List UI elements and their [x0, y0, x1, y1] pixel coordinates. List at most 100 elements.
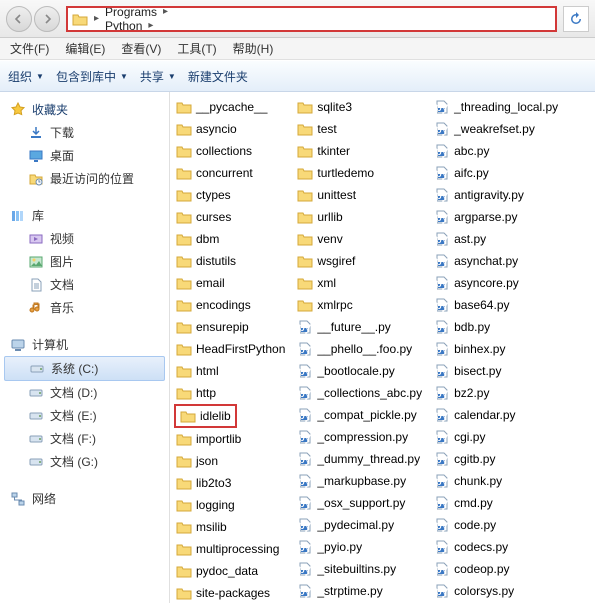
- file-list[interactable]: __pycache__asyncio collections concurrent c…: [170, 92, 595, 603]
- file-item[interactable]: pyast.py: [432, 230, 560, 248]
- folder-item[interactable]: logging: [174, 496, 287, 514]
- file-item[interactable]: py_markupbase.py: [295, 472, 424, 490]
- folder-item[interactable]: concurrent: [174, 164, 287, 182]
- folder-item[interactable]: urllib: [295, 208, 424, 226]
- share-button[interactable]: 共享 ▼: [140, 68, 176, 85]
- sidebar-header-computer[interactable]: 计算机: [0, 333, 169, 356]
- folder-item[interactable]: ensurepip: [174, 318, 287, 336]
- file-item[interactable]: pyargparse.py: [432, 208, 560, 226]
- sidebar-header-favorites[interactable]: 收藏夹: [0, 98, 169, 121]
- file-item[interactable]: py_sitebuiltins.py: [295, 560, 424, 578]
- sidebar-item-drive[interactable]: 文档 (E:): [0, 404, 169, 427]
- folder-item[interactable]: json: [174, 452, 287, 470]
- file-item[interactable]: pyaifc.py: [432, 164, 560, 182]
- include-button[interactable]: 包含到库中 ▼: [56, 68, 128, 85]
- sidebar-item[interactable]: 文档: [0, 273, 169, 296]
- file-item[interactable]: pyasyncore.py: [432, 274, 560, 292]
- menu-tools[interactable]: 工具(T): [171, 38, 222, 59]
- folder-item[interactable]: dbm: [174, 230, 287, 248]
- file-item[interactable]: pyabc.py: [432, 142, 560, 160]
- file-item[interactable]: py_weakrefset.py: [432, 120, 560, 138]
- file-item[interactable]: py_dummy_thread.py: [295, 450, 424, 468]
- sidebar-header-network[interactable]: 网络: [0, 487, 169, 510]
- file-item[interactable]: pycodeop.py: [432, 560, 560, 578]
- file-item[interactable]: py_bootlocale.py: [295, 362, 424, 380]
- folder-item[interactable]: venv: [295, 230, 424, 248]
- folder-item[interactable]: pydoc_data: [174, 562, 287, 580]
- file-item[interactable]: py_compression.py: [295, 428, 424, 446]
- file-item[interactable]: pycode.py: [432, 516, 560, 534]
- file-item[interactable]: py_threading_local.py: [432, 98, 560, 116]
- folder-item[interactable]: asyncio: [174, 120, 287, 138]
- file-item[interactable]: py__future__.py: [295, 318, 424, 336]
- file-item[interactable]: py_pydecimal.py: [295, 516, 424, 534]
- sidebar-item[interactable]: 音乐: [0, 296, 169, 319]
- folder-item[interactable]: site-packages: [174, 584, 287, 602]
- file-item[interactable]: py_strptime.py: [295, 582, 424, 600]
- folder-item[interactable]: http: [174, 384, 287, 402]
- sidebar-item-drive[interactable]: 系统 (C:): [4, 356, 165, 381]
- folder-item[interactable]: html: [174, 362, 287, 380]
- file-item[interactable]: pyantigravity.py: [432, 186, 560, 204]
- folder-item[interactable]: __pycache__: [174, 98, 287, 116]
- folder-item[interactable]: xmlrpc: [295, 296, 424, 314]
- back-button[interactable]: [6, 6, 32, 32]
- file-item[interactable]: pybdb.py: [432, 318, 560, 336]
- file-item[interactable]: pybz2.py: [432, 384, 560, 402]
- breadcrumb-item[interactable]: Python▸: [105, 19, 172, 32]
- folder-item[interactable]: collections: [174, 142, 287, 160]
- menu-edit[interactable]: 编辑(E): [59, 38, 111, 59]
- sidebar-item[interactable]: 视频: [0, 227, 169, 250]
- breadcrumb[interactable]: ▸ AppData▸Local▸Programs▸Python▸Python36…: [66, 6, 557, 32]
- file-item[interactable]: py_compat_pickle.py: [295, 406, 424, 424]
- breadcrumb-item[interactable]: Programs▸: [105, 6, 172, 19]
- folder-item[interactable]: importlib: [174, 430, 287, 448]
- folder-item[interactable]: multiprocessing: [174, 540, 287, 558]
- folder-item[interactable]: msilib: [174, 518, 287, 536]
- folder-item[interactable]: tkinter: [295, 142, 424, 160]
- newfolder-button[interactable]: 新建文件夹: [188, 68, 248, 85]
- folder-item[interactable]: test: [295, 120, 424, 138]
- file-item[interactable]: pycolorsys.py: [432, 582, 560, 600]
- folder-item[interactable]: lib2to3: [174, 474, 287, 492]
- sidebar-item-drive[interactable]: 文档 (D:): [0, 381, 169, 404]
- refresh-button[interactable]: [563, 6, 589, 32]
- folder-item[interactable]: sqlite3: [295, 98, 424, 116]
- sidebar-item[interactable]: 桌面: [0, 144, 169, 167]
- file-item[interactable]: pybase64.py: [432, 296, 560, 314]
- file-item[interactable]: py__phello__.foo.py: [295, 340, 424, 358]
- folder-item[interactable]: email: [174, 274, 287, 292]
- file-item[interactable]: pycgi.py: [432, 428, 560, 446]
- file-item[interactable]: pychunk.py: [432, 472, 560, 490]
- forward-button[interactable]: [34, 6, 60, 32]
- folder-item[interactable]: HeadFirstPython: [174, 340, 287, 358]
- sidebar-item[interactable]: 下载: [0, 121, 169, 144]
- file-item[interactable]: pybisect.py: [432, 362, 560, 380]
- folder-item[interactable]: wsgiref: [295, 252, 424, 270]
- file-item[interactable]: py_pyio.py: [295, 538, 424, 556]
- sidebar-header-libraries[interactable]: 库: [0, 204, 169, 227]
- folder-item[interactable]: xml: [295, 274, 424, 292]
- file-item[interactable]: pycmd.py: [432, 494, 560, 512]
- file-item[interactable]: pyasynchat.py: [432, 252, 560, 270]
- folder-item[interactable]: turtledemo: [295, 164, 424, 182]
- file-item[interactable]: pybinhex.py: [432, 340, 560, 358]
- file-item[interactable]: py_collections_abc.py: [295, 384, 424, 402]
- sidebar-item[interactable]: 最近访问的位置: [0, 167, 169, 190]
- organize-button[interactable]: 组织 ▼: [8, 68, 44, 85]
- folder-item[interactable]: idlelib: [174, 404, 237, 428]
- file-item[interactable]: pycgitb.py: [432, 450, 560, 468]
- folder-item[interactable]: curses: [174, 208, 287, 226]
- sidebar-item-drive[interactable]: 文档 (F:): [0, 427, 169, 450]
- file-item[interactable]: pycalendar.py: [432, 406, 560, 424]
- menu-view[interactable]: 查看(V): [115, 38, 167, 59]
- file-item[interactable]: py_osx_support.py: [295, 494, 424, 512]
- folder-item[interactable]: ctypes: [174, 186, 287, 204]
- sidebar-item-drive[interactable]: 文档 (G:): [0, 450, 169, 473]
- file-item[interactable]: pycodecs.py: [432, 538, 560, 556]
- folder-item[interactable]: encodings: [174, 296, 287, 314]
- folder-item[interactable]: unittest: [295, 186, 424, 204]
- menu-file[interactable]: 文件(F): [4, 38, 55, 59]
- menu-help[interactable]: 帮助(H): [227, 38, 280, 59]
- folder-item[interactable]: distutils: [174, 252, 287, 270]
